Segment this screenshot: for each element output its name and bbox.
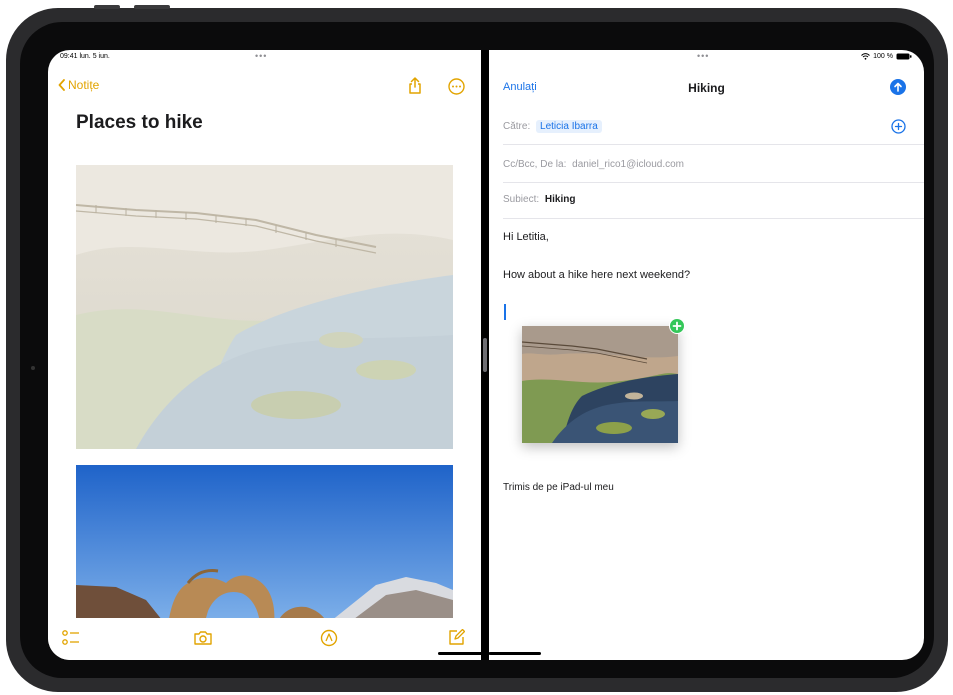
volume-button [134,5,170,9]
home-indicator-right [489,652,541,655]
multitasking-dots-right[interactable]: ••• [697,51,709,61]
ccbcc-field[interactable]: Cc/Bcc, De la: daniel_rico1@icloud.com [503,159,910,170]
markup-icon[interactable] [320,629,338,647]
note-photo-arch[interactable] [76,465,453,625]
battery-percent: 100 % [873,53,893,60]
dragged-photo[interactable] [522,326,678,443]
subject-value[interactable]: Hiking [545,194,576,205]
text-cursor [504,304,506,320]
note-photo-river[interactable] [76,165,453,449]
subject-field[interactable]: Subiect: Hiking [503,194,910,205]
notes-pane: 09:41 lun. 5 iun. ••• Notițe Places to h… [48,50,481,660]
separator [503,182,924,183]
status-right: 100 % [861,53,912,60]
top-button [94,5,120,9]
from-address[interactable]: daniel_rico1@icloud.com [572,159,684,170]
notes-toolbar [48,618,481,660]
battery-icon [896,53,912,60]
front-camera [31,366,35,370]
to-label: Către: [503,121,531,132]
ccbcc-label: Cc/Bcc, De la: [503,159,567,170]
camera-icon[interactable] [193,630,213,646]
separator [503,218,924,219]
back-label: Notițe [68,78,100,92]
share-icon[interactable] [408,77,422,94]
recipient-token[interactable]: Leticia Ibarra [536,120,602,133]
more-icon[interactable] [448,78,465,95]
split-view-handle[interactable] [483,338,487,372]
chevron-left-icon [58,79,66,91]
email-signature[interactable]: Trimis de pe iPad-ul meu [503,482,614,493]
back-button[interactable]: Notițe [58,78,99,92]
send-icon[interactable] [890,79,906,95]
compose-icon[interactable] [448,629,465,646]
separator [503,144,924,145]
add-badge-icon [669,318,685,334]
status-time: 09:41 lun. 5 iun. [60,53,110,60]
checklist-icon[interactable] [62,629,80,647]
compose-title: Hiking [688,81,725,95]
multitasking-dots[interactable]: ••• [255,51,267,61]
home-indicator-left [438,652,490,655]
email-greeting[interactable]: Hi Letitia, [503,231,549,243]
to-field[interactable]: Către: Leticia Ibarra [503,120,910,133]
email-message[interactable]: How about a hike here next weekend? [503,269,690,281]
note-title[interactable]: Places to hike [76,112,203,134]
mail-compose-pane: ••• 100 % Anulați Hiking Către: Leticia … [489,50,924,660]
ipad-screen: 09:41 lun. 5 iun. ••• Notițe Places to h… [48,50,924,660]
add-recipient-icon[interactable] [891,119,906,134]
wifi-icon [861,53,870,60]
subject-label: Subiect: [503,194,540,205]
